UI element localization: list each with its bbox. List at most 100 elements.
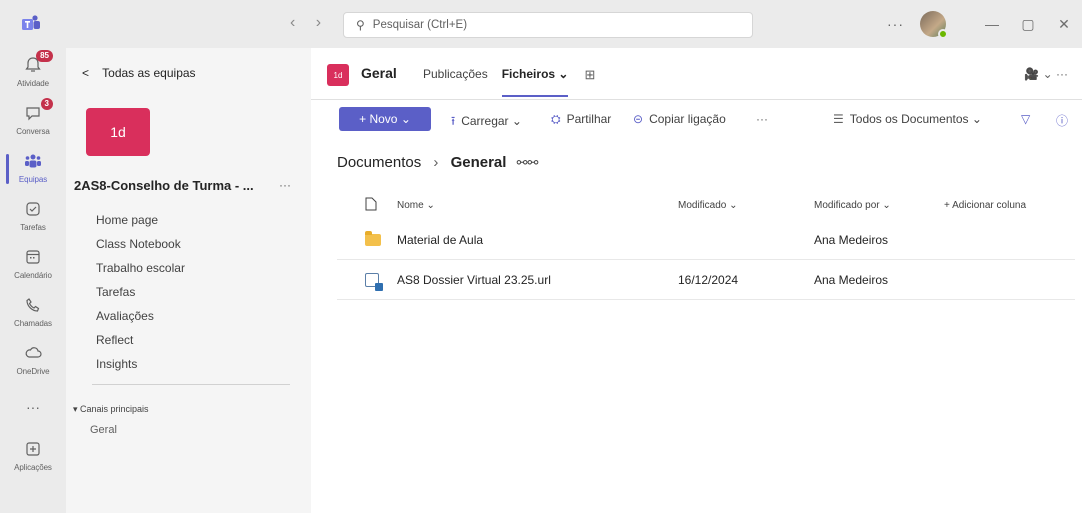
files-table: Nome ⌄ Modificado ⌄ Modificado por ⌄ + A… (337, 190, 1075, 300)
breadcrumb-root[interactable]: Documentos (337, 154, 421, 171)
meet-options[interactable]: 🎥 ⌄ ··· (1024, 67, 1068, 81)
team-link-tarefas[interactable]: Tarefas (96, 280, 185, 304)
rail-label: Equipas (18, 175, 48, 184)
back-arrow-icon[interactable]: ‹ (290, 14, 295, 31)
minimize-button[interactable]: — (974, 16, 1010, 32)
more-actions-icon[interactable]: ··· (756, 112, 768, 126)
forward-arrow-icon[interactable]: › (316, 14, 321, 31)
rail-item-conversa[interactable]: 3 Conversa (0, 98, 66, 136)
file-modified: 16/12/2024 (678, 272, 739, 287)
tasks-icon (22, 200, 44, 222)
team-link-trabalho-escolar[interactable]: Trabalho escolar (96, 256, 185, 280)
cloud-icon (22, 344, 44, 366)
add-tab-icon[interactable]: ⊞ (584, 67, 595, 83)
phone-icon (22, 296, 44, 318)
link-icon: ⊝ (633, 112, 644, 126)
filter-icon[interactable]: ▽ (1021, 112, 1030, 126)
app-rail: 85 Atividade 3 Conversa Equipas Tarefas … (0, 48, 66, 513)
rail-item-equipas[interactable]: Equipas (0, 152, 66, 184)
tab-publicacoes[interactable]: Publicações (423, 67, 488, 83)
breadcrumb-separator: › (433, 154, 439, 171)
team-links: Home page Class Notebook Trabalho escola… (96, 208, 185, 376)
file-name[interactable]: Material de Aula (397, 233, 678, 247)
rail-item-aplicacoes[interactable]: Aplicações (0, 440, 66, 472)
channel-name: Geral (361, 65, 397, 81)
table-header: Nome ⌄ Modificado ⌄ Modificado por ⌄ + A… (337, 190, 1075, 220)
chat-badge: 3 (40, 98, 53, 110)
view-selector[interactable]: ☰ Todos os Documentos ⌄ (833, 112, 982, 126)
file-modified-by: Ana Medeiros (814, 272, 889, 287)
main-content: 1d Geral Publicações Ficheiros ⌄ ⊞ 🎥 ⌄ ·… (311, 48, 1082, 513)
share-button[interactable]: ⛭ Partilhar (551, 112, 611, 127)
rail-label: OneDrive (16, 367, 50, 376)
divider (92, 384, 290, 385)
copy-link-label: Copiar ligação (649, 112, 726, 126)
search-input[interactable]: ⚲ Pesquisar (Ctrl+E) (343, 12, 753, 38)
rail-label: Chamadas (14, 319, 52, 328)
team-name[interactable]: 2AS8-Conselho de Turma - ... (74, 178, 254, 193)
teams-icon (22, 152, 44, 174)
breadcrumb: Documentos › General ⚯⚯ (337, 154, 538, 171)
rail-item-chamadas[interactable]: Chamadas (0, 296, 66, 328)
share-label: Partilhar (566, 112, 612, 126)
user-avatar[interactable] (920, 11, 948, 39)
team-link-home-page[interactable]: Home page (96, 208, 185, 232)
team-link-avaliacoes[interactable]: Avaliações (96, 304, 185, 328)
rail-label: Tarefas (20, 223, 46, 232)
rail-item-onedrive[interactable]: OneDrive (0, 344, 66, 376)
url-file-icon (365, 272, 383, 291)
teams-logo-icon (22, 15, 40, 30)
new-button[interactable]: + Novo ⌄ (339, 107, 431, 131)
rail-label: Conversa (16, 127, 50, 136)
rail-item-calendario[interactable]: Calendário (0, 248, 66, 280)
channel-item-geral[interactable]: Geral (90, 424, 117, 436)
channel-header: 1d Geral Publicações Ficheiros ⌄ ⊞ 🎥 ⌄ ·… (311, 48, 1082, 100)
tab-ficheiros[interactable]: Ficheiros ⌄ (501, 67, 568, 97)
back-label: Todas as equipas (102, 66, 196, 80)
view-label: Todos os Documentos ⌄ (849, 112, 982, 126)
team-pane: < Todas as equipas 1d 2AS8-Conselho de T… (66, 48, 311, 513)
team-more-icon[interactable]: ··· (279, 178, 291, 192)
file-type-header-icon[interactable] (337, 197, 397, 214)
close-button[interactable]: ✕ (1046, 16, 1082, 33)
people-icon[interactable]: ⚯⚯ (517, 155, 539, 170)
rail-item-more[interactable]: ··· (0, 396, 66, 418)
back-to-teams-link[interactable]: < Todas as equipas (82, 66, 196, 80)
more-options-icon[interactable]: ··· (887, 16, 904, 32)
upload-button[interactable]: ⭱ Carregar ⌄ (451, 112, 522, 133)
share-icon: ⛭ (551, 112, 561, 126)
rail-item-tarefas[interactable]: Tarefas (0, 200, 66, 232)
column-header-name[interactable]: Nome ⌄ (397, 200, 678, 211)
team-link-reflect[interactable]: Reflect (96, 328, 185, 352)
channels-section-toggle[interactable]: ▾ Canais principais (73, 404, 149, 415)
info-icon[interactable]: ⓘ (1056, 112, 1068, 129)
upload-label: Carregar ⌄ (461, 114, 522, 128)
team-avatar[interactable]: 1d (86, 108, 150, 156)
rail-item-atividade[interactable]: 85 Atividade (0, 50, 66, 88)
column-header-modified-by[interactable]: Modificado por ⌄ (814, 200, 944, 211)
search-placeholder: Pesquisar (Ctrl+E) (372, 19, 468, 31)
add-column-button[interactable]: + Adicionar coluna (944, 200, 1074, 211)
files-toolbar: + Novo ⌄ ⭱ Carregar ⌄ ⛭ Partilhar ⊝ Copiar … (311, 100, 1082, 136)
team-link-insights[interactable]: Insights (96, 352, 185, 376)
team-link-class-notebook[interactable]: Class Notebook (96, 232, 185, 256)
folder-icon (365, 230, 381, 246)
restore-button[interactable]: ▢ (1010, 16, 1046, 33)
presence-indicator (938, 29, 948, 39)
chat-icon: 3 (22, 98, 53, 126)
apps-icon (22, 440, 44, 462)
column-header-modified[interactable]: Modificado ⌄ (678, 200, 814, 211)
rail-label: Calendário (14, 271, 52, 280)
upload-icon: ⭱ (451, 114, 456, 128)
channel-avatar: 1d (327, 64, 349, 86)
file-modified-by: Ana Medeiros (814, 232, 889, 247)
rail-label: Aplicações (14, 463, 52, 472)
chevron-left-icon: < (82, 66, 90, 80)
copy-link-button[interactable]: ⊝ Copiar ligação (633, 112, 726, 126)
file-name[interactable]: AS8 Dossier Virtual 23.25.url (397, 273, 678, 287)
more-icon: ··· (26, 399, 40, 415)
activity-badge: 85 (36, 50, 53, 62)
list-view-icon: ☰ (833, 112, 844, 126)
table-row[interactable]: AS8 Dossier Virtual 23.25.url 16/12/2024… (337, 260, 1075, 300)
table-row[interactable]: Material de Aula Ana Medeiros (337, 220, 1075, 260)
